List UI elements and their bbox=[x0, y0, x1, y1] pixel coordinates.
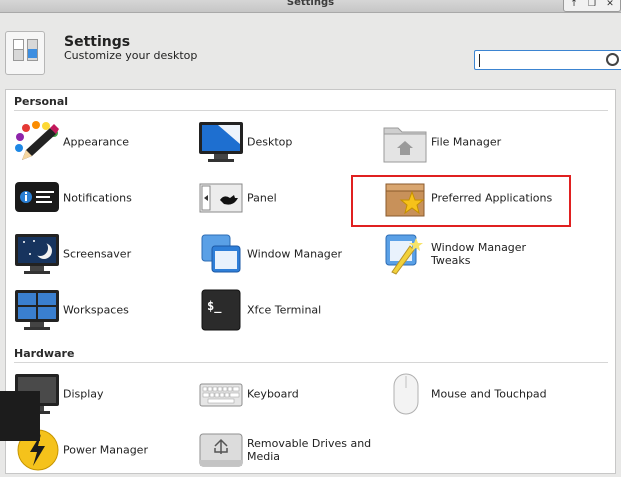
item-file-manager[interactable]: File Manager bbox=[382, 120, 582, 164]
item-window-manager[interactable]: Window Manager bbox=[198, 232, 378, 276]
overlay-block bbox=[0, 391, 40, 441]
item-label: Workspaces bbox=[63, 303, 129, 317]
removable-drives-icon bbox=[199, 433, 243, 467]
window-up-button[interactable]: ↑ bbox=[566, 0, 582, 11]
window-restore-button[interactable]: ❐ bbox=[584, 0, 600, 11]
section-divider bbox=[14, 362, 608, 363]
item-workspaces[interactable]: Workspaces bbox=[14, 288, 194, 332]
section-title-personal: Personal bbox=[14, 95, 69, 108]
item-label: Display bbox=[63, 387, 104, 401]
item-label: Desktop bbox=[247, 135, 293, 149]
window-close-button[interactable]: ✕ bbox=[602, 0, 618, 11]
item-label: Appearance bbox=[63, 135, 130, 149]
screensaver-icon bbox=[15, 234, 59, 274]
highlight-box bbox=[351, 175, 571, 227]
item-label: Keyboard bbox=[247, 387, 299, 401]
item-power-manager[interactable]: Power Manager bbox=[14, 428, 194, 472]
item-label: Window Manager Tweaks bbox=[431, 241, 527, 267]
file-manager-icon bbox=[383, 127, 427, 163]
item-label: Panel bbox=[247, 191, 277, 205]
page-title: Settings bbox=[64, 34, 131, 50]
item-label: Removable Drives and Media bbox=[247, 437, 372, 463]
desktop-icon bbox=[199, 122, 243, 162]
section-divider bbox=[14, 110, 608, 111]
item-appearance[interactable]: Appearance bbox=[14, 120, 194, 164]
search-input[interactable] bbox=[474, 50, 621, 70]
window-title: Settings bbox=[286, 0, 335, 8]
item-label: Window Manager bbox=[247, 247, 343, 261]
item-label: Power Manager bbox=[63, 443, 148, 457]
window-manager-tweaks-icon bbox=[385, 234, 423, 275]
item-mouse-touchpad[interactable]: Mouse and Touchpad bbox=[382, 372, 582, 416]
window-titlebar: Settings ↑ ❐ ✕ bbox=[0, 0, 621, 13]
item-label: Notifications bbox=[63, 191, 132, 205]
mouse-icon bbox=[393, 373, 419, 415]
workspaces-icon bbox=[15, 290, 59, 330]
settings-switch-icon bbox=[5, 31, 45, 75]
item-keyboard[interactable]: Keyboard bbox=[198, 372, 378, 416]
notifications-icon bbox=[15, 182, 59, 212]
item-label: Xfce Terminal bbox=[247, 303, 322, 317]
terminal-icon: $_ bbox=[201, 289, 241, 331]
settings-panel[interactable]: Personal Appearance Desktop File Manager… bbox=[5, 89, 616, 474]
window-controls: ↑ ❐ ✕ bbox=[563, 0, 621, 12]
section-title-hardware: Hardware bbox=[14, 347, 75, 360]
appearance-icon bbox=[15, 121, 59, 160]
window-control-group: ↑ ❐ ✕ bbox=[563, 0, 621, 12]
settings-header: Settings Customize your desktop bbox=[0, 13, 621, 83]
keyboard-icon bbox=[199, 383, 243, 407]
item-label: File Manager bbox=[431, 135, 502, 149]
window-manager-icon bbox=[201, 234, 241, 273]
item-window-manager-tweaks[interactable]: Window Manager Tweaks bbox=[382, 232, 582, 276]
item-display[interactable]: Display bbox=[14, 372, 194, 416]
item-screensaver[interactable]: Screensaver bbox=[14, 232, 194, 276]
item-label: Mouse and Touchpad bbox=[431, 387, 547, 401]
item-desktop[interactable]: Desktop bbox=[198, 120, 378, 164]
item-xfce-terminal[interactable]: $_ Xfce Terminal bbox=[198, 288, 378, 332]
item-notifications[interactable]: Notifications bbox=[14, 176, 194, 220]
text-caret bbox=[479, 54, 480, 67]
item-label: Screensaver bbox=[63, 247, 132, 261]
item-removable-drives[interactable]: Removable Drives and Media bbox=[198, 428, 378, 472]
page-subtitle: Customize your desktop bbox=[64, 49, 198, 62]
svg-text:$_: $_ bbox=[207, 299, 222, 314]
search-icon[interactable] bbox=[606, 53, 619, 66]
panel-icon bbox=[199, 183, 243, 213]
